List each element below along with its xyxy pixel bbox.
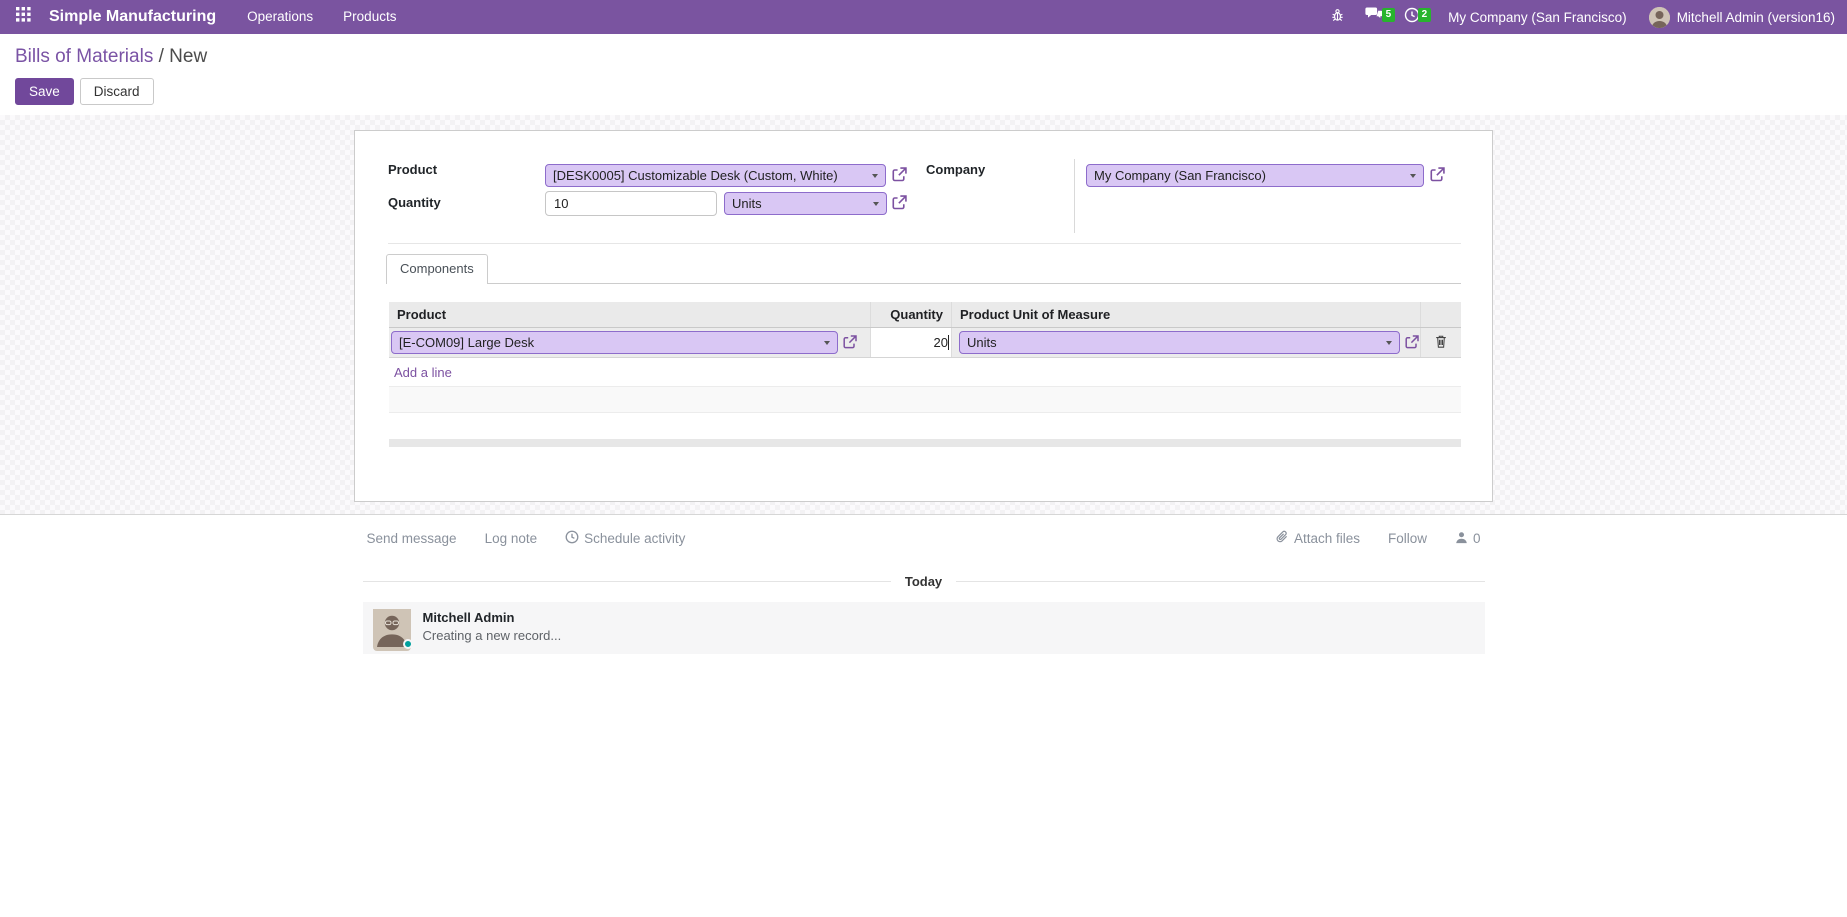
- row-quantity-value: 20: [933, 335, 948, 350]
- person-icon: [1455, 531, 1468, 547]
- activities-badge: 2: [1417, 7, 1432, 22]
- chatter-toolbar: Send message Log note Schedule activity …: [363, 530, 1485, 547]
- delete-row-button[interactable]: [1421, 328, 1461, 357]
- company-value: My Company (San Francisco): [1094, 168, 1266, 183]
- row-uom-internal-link-icon[interactable]: [1405, 335, 1420, 350]
- chevron-down-icon: [872, 173, 878, 178]
- send-message-button[interactable]: Send message: [367, 531, 457, 546]
- product-field[interactable]: [DESK0005] Customizable Desk (Custom, Wh…: [545, 164, 886, 187]
- header-uom[interactable]: Product Unit of Measure: [952, 302, 1421, 327]
- text-cursor: [948, 335, 949, 350]
- breadcrumb-separator: /: [153, 46, 170, 67]
- row-quantity-cell[interactable]: 20: [871, 328, 952, 357]
- add-a-line-link[interactable]: Add a line: [389, 358, 1461, 387]
- follow-label: Follow: [1387, 531, 1427, 546]
- online-status-icon: [402, 639, 413, 649]
- chevron-down-icon: [1410, 173, 1416, 178]
- chevron-down-icon: [873, 201, 879, 206]
- components-table: Product Quantity Product Unit of Measure…: [389, 302, 1461, 439]
- messages-badge: 5: [1381, 8, 1396, 22]
- uom-value: Units: [732, 196, 762, 211]
- horizontal-scrollbar[interactable]: [389, 439, 1461, 447]
- top-navbar: Simple Manufacturing Operations Products…: [0, 0, 1847, 34]
- chatter-message: Mitchell Admin Creating a new record...: [362, 602, 1485, 654]
- company-field[interactable]: My Company (San Francisco): [1086, 164, 1424, 187]
- followers-button[interactable]: 0: [1455, 531, 1481, 547]
- schedule-activity-button[interactable]: Schedule activity: [565, 530, 685, 547]
- log-note-label: Log note: [484, 531, 538, 546]
- company-label: Company: [926, 162, 986, 177]
- apps-menu-button[interactable]: [6, 7, 41, 27]
- notebook-border: [388, 283, 1461, 284]
- product-label: Product: [388, 162, 438, 177]
- message-body: Creating a new record...: [422, 628, 562, 643]
- form-group-separator: [388, 243, 1461, 244]
- follower-count: 0: [1472, 531, 1481, 546]
- current-app-name[interactable]: Simple Manufacturing: [49, 8, 216, 26]
- messages-button[interactable]: 5: [1355, 7, 1396, 27]
- form-column-divider: [1074, 159, 1075, 233]
- user-menu[interactable]: Mitchell Admin (version16): [1641, 6, 1837, 28]
- log-note-button[interactable]: Log note: [485, 531, 538, 546]
- message-author[interactable]: Mitchell Admin: [423, 610, 562, 625]
- schedule-activity-label: Schedule activity: [584, 531, 686, 546]
- form-status-buttons: Save Discard: [15, 78, 1832, 105]
- attach-files-button[interactable]: Attach files: [1275, 530, 1360, 547]
- table-row: [E-COM09] Large Desk 20 Units: [389, 328, 1461, 358]
- breadcrumb-bills-of-materials[interactable]: Bills of Materials: [15, 46, 153, 67]
- product-internal-link-icon[interactable]: [892, 167, 907, 182]
- user-avatar: [1648, 6, 1670, 28]
- trash-icon: [1434, 334, 1448, 352]
- product-value: [DESK0005] Customizable Desk (Custom, Wh…: [553, 168, 838, 183]
- header-delete-column: [1421, 302, 1461, 327]
- save-button[interactable]: Save: [15, 78, 74, 105]
- menu-operations[interactable]: Operations: [232, 0, 328, 34]
- row-product-value: [E-COM09] Large Desk: [399, 335, 535, 350]
- form-view-background: Product [DESK0005] Customizable Desk (Cu…: [0, 115, 1847, 515]
- discard-button[interactable]: Discard: [79, 78, 154, 105]
- systray: 5 2 My Company (San Francisco) Mitchell …: [1320, 6, 1837, 28]
- apps-grid-icon: [16, 7, 31, 27]
- row-uom-field[interactable]: Units: [959, 331, 1400, 354]
- attach-files-label: Attach files: [1293, 531, 1360, 546]
- quantity-input[interactable]: [545, 191, 717, 216]
- empty-row-stripe: [389, 387, 1461, 413]
- row-product-internal-link-icon[interactable]: [843, 335, 858, 350]
- date-divider-label: Today: [904, 574, 943, 589]
- debug-button[interactable]: [1320, 7, 1355, 28]
- breadcrumb: Bills of Materials / New: [15, 46, 1832, 68]
- chatter: Send message Log note Schedule activity …: [362, 515, 1485, 654]
- control-panel: Bills of Materials / New Save Discard: [0, 34, 1847, 115]
- uom-field[interactable]: Units: [724, 192, 887, 215]
- paperclip-icon: [1275, 530, 1289, 547]
- row-product-field[interactable]: [E-COM09] Large Desk: [391, 331, 838, 354]
- empty-row: [389, 413, 1461, 439]
- company-internal-link-icon[interactable]: [1430, 167, 1445, 182]
- chevron-down-icon: [824, 340, 830, 345]
- send-message-label: Send message: [366, 531, 457, 546]
- bug-icon: [1330, 7, 1345, 28]
- uom-internal-link-icon[interactable]: [892, 195, 907, 210]
- chevron-down-icon: [1386, 340, 1392, 345]
- activities-button[interactable]: 2: [1394, 7, 1432, 28]
- clock-icon: [565, 530, 579, 547]
- follow-button[interactable]: Follow: [1388, 531, 1427, 546]
- breadcrumb-current: New: [169, 46, 208, 67]
- company-switcher[interactable]: My Company (San Francisco): [1430, 10, 1641, 25]
- tab-components[interactable]: Components: [386, 254, 488, 284]
- header-quantity[interactable]: Quantity: [871, 302, 952, 327]
- components-table-header: Product Quantity Product Unit of Measure: [389, 302, 1461, 328]
- user-name: Mitchell Admin (version16): [1676, 9, 1835, 25]
- form-sheet: Product [DESK0005] Customizable Desk (Cu…: [354, 130, 1493, 502]
- menu-products[interactable]: Products: [328, 0, 411, 34]
- row-uom-value: Units: [967, 335, 997, 350]
- header-product[interactable]: Product: [389, 302, 871, 327]
- date-divider: Today: [363, 574, 1485, 589]
- quantity-label: Quantity: [388, 195, 441, 210]
